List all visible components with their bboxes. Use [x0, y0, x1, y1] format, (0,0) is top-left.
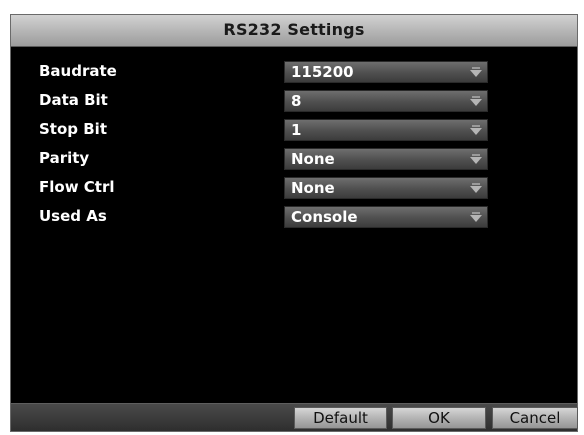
parity-select[interactable]: None: [284, 148, 488, 170]
stop-bit-select[interactable]: 1: [284, 119, 488, 141]
parity-value: None: [291, 150, 335, 168]
ok-button[interactable]: OK: [392, 407, 486, 429]
flow-ctrl-select[interactable]: None: [284, 177, 488, 199]
chevron-down-icon: [470, 96, 482, 106]
cancel-button[interactable]: Cancel: [492, 407, 578, 429]
dialog-button-bar: Default OK Cancel: [11, 403, 578, 431]
stop-bit-label: Stop Bit: [39, 120, 107, 138]
flow-ctrl-label: Flow Ctrl: [39, 178, 115, 196]
stop-bit-value: 1: [291, 121, 302, 139]
flow-ctrl-value: None: [291, 179, 335, 197]
chevron-down-icon: [470, 125, 482, 135]
dialog-title: RS232 Settings: [223, 20, 365, 39]
used-as-select[interactable]: Console: [284, 206, 488, 228]
baudrate-label: Baudrate: [39, 62, 117, 80]
baudrate-select[interactable]: 115200: [284, 61, 488, 83]
dialog-titlebar: RS232 Settings: [11, 15, 577, 47]
data-bit-select[interactable]: 8: [284, 90, 488, 112]
rs232-settings-dialog: RS232 Settings Baudrate 115200 Data Bit …: [10, 14, 578, 432]
chevron-down-icon: [470, 183, 482, 193]
chevron-down-icon: [470, 154, 482, 164]
parity-label: Parity: [39, 149, 90, 167]
data-bit-label: Data Bit: [39, 91, 108, 109]
used-as-value: Console: [291, 208, 358, 226]
used-as-label: Used As: [39, 207, 107, 225]
baudrate-value: 115200: [291, 63, 354, 81]
data-bit-value: 8: [291, 92, 302, 110]
chevron-down-icon: [470, 67, 482, 77]
default-button[interactable]: Default: [294, 407, 387, 429]
chevron-down-icon: [470, 212, 482, 222]
